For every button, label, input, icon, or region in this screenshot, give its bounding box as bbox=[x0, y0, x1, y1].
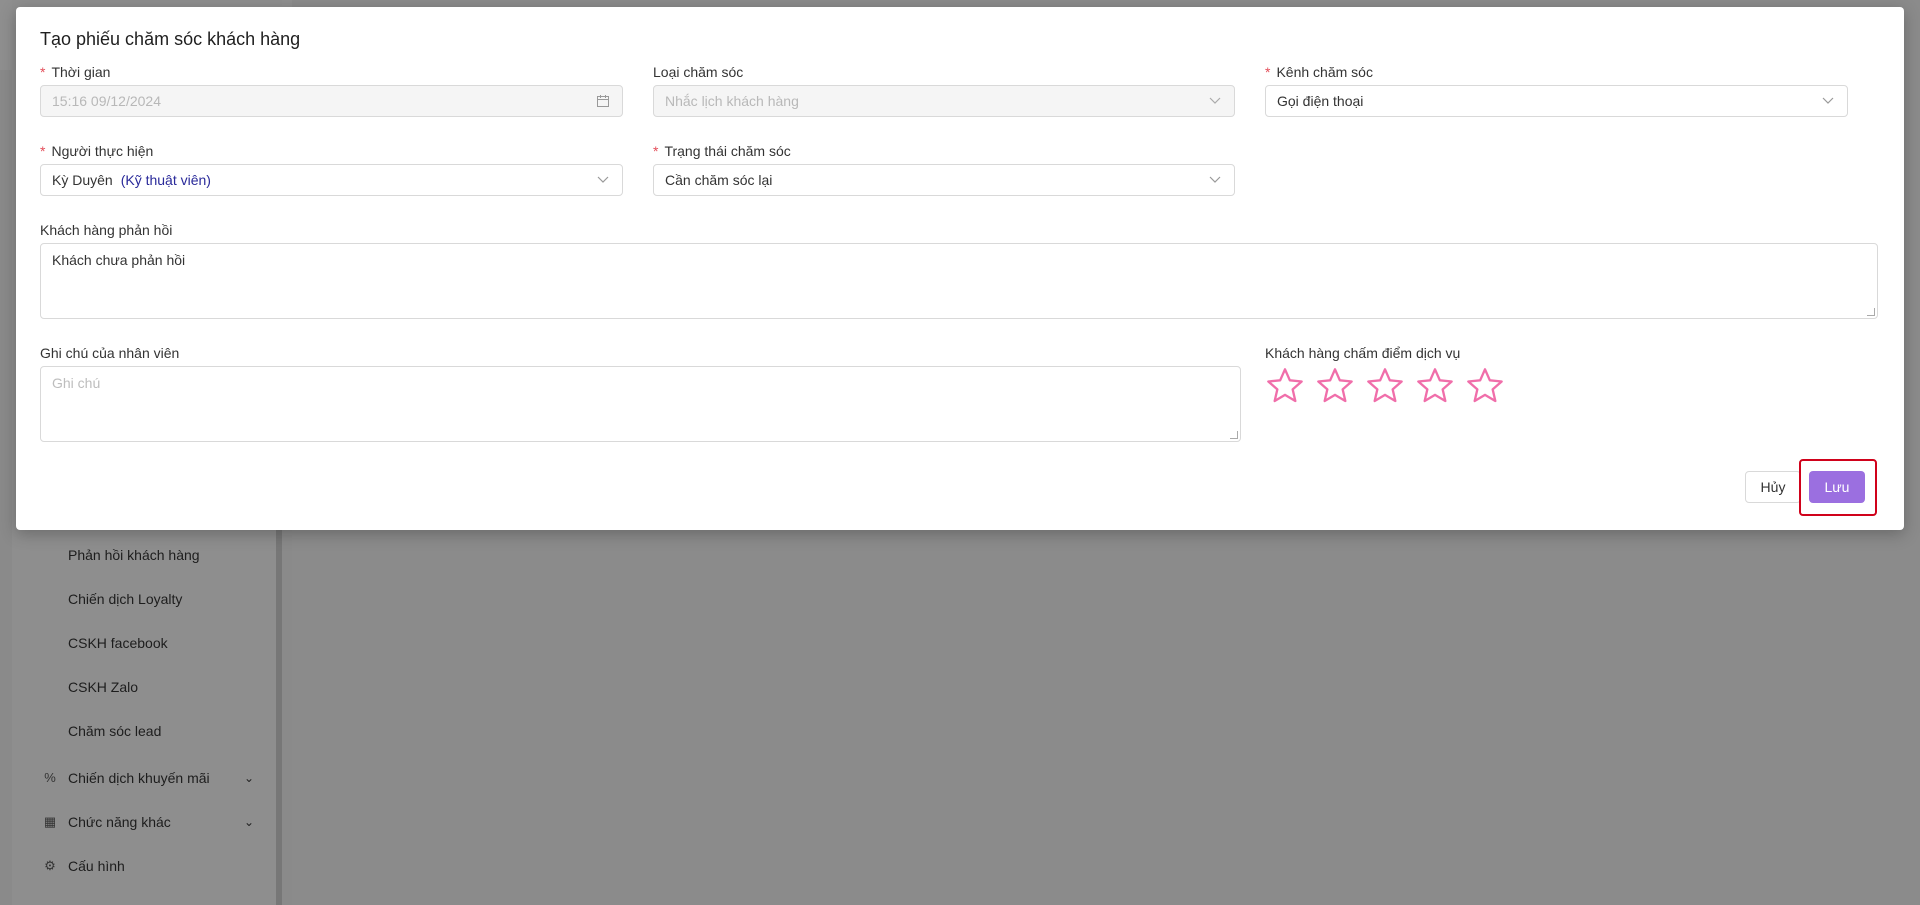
modal-title: Tạo phiếu chăm sóc khách hàng bbox=[40, 29, 301, 49]
cancel-button[interactable]: Hủy bbox=[1745, 471, 1801, 503]
customer-feedback-textarea[interactable]: Khách chưa phản hồi bbox=[40, 243, 1878, 319]
sidebar-item-facebook[interactable]: CSKH facebook bbox=[68, 635, 168, 651]
chevron-down-icon: ⌄ bbox=[243, 771, 254, 785]
calendar-icon bbox=[595, 93, 611, 109]
star-icon[interactable] bbox=[1365, 366, 1405, 406]
gear-icon: ⚙ bbox=[44, 858, 56, 873]
sidebar-item-feedback[interactable]: Phản hồi khách hàng bbox=[68, 547, 200, 563]
sidebar-item-label: Cấu hình bbox=[68, 858, 125, 874]
rating-label: Khách hàng chấm điểm dịch vụ bbox=[1265, 345, 1461, 361]
staff-note-textarea[interactable]: Ghi chú bbox=[40, 366, 1241, 442]
time-picker: 15:16 09/12/2024 bbox=[40, 85, 623, 117]
star-icon[interactable] bbox=[1415, 366, 1455, 406]
star-icon[interactable] bbox=[1315, 366, 1355, 406]
care-status-value: Cần chăm sóc lại bbox=[665, 172, 773, 188]
chevron-down-icon bbox=[595, 172, 611, 188]
performer-role: (Kỹ thuật viên) bbox=[120, 172, 211, 188]
staff-note-placeholder: Ghi chú bbox=[52, 375, 101, 391]
chevron-down-icon bbox=[1207, 172, 1223, 188]
sidebar-item-settings[interactable]: ⚙ Cấu hình bbox=[42, 858, 254, 874]
sidebar-item-label: Chức năng khác bbox=[68, 814, 171, 830]
care-channel-select[interactable]: Gọi điện thoại bbox=[1265, 85, 1848, 117]
sidebar-item-other-functions[interactable]: ▦ Chức năng khác ⌄ bbox=[42, 814, 254, 830]
chevron-down-icon: ⌄ bbox=[243, 815, 254, 829]
required-mark: * bbox=[40, 64, 46, 80]
care-type-select: Nhắc lịch khách hàng bbox=[653, 85, 1235, 117]
sidebar-scrollbar[interactable] bbox=[276, 530, 282, 905]
chevron-down-icon bbox=[1820, 93, 1836, 109]
resize-grip-icon[interactable] bbox=[1867, 308, 1875, 316]
care-type-label: Loại chăm sóc bbox=[653, 64, 744, 80]
performer-name: Kỳ Duyên bbox=[52, 172, 113, 188]
required-mark: * bbox=[40, 143, 46, 159]
chevron-down-icon bbox=[1207, 93, 1223, 109]
sidebar-item-promotions[interactable]: % Chiến dịch khuyến mãi ⌄ bbox=[42, 770, 254, 786]
required-mark: * bbox=[1265, 64, 1271, 80]
percent-icon: % bbox=[44, 770, 56, 785]
resize-grip-icon[interactable] bbox=[1230, 431, 1238, 439]
time-label: * Thời gian bbox=[40, 64, 111, 80]
staff-note-label: Ghi chú của nhân viên bbox=[40, 345, 180, 361]
care-status-label: * Trạng thái chăm sóc bbox=[653, 143, 791, 159]
rating-stars bbox=[1265, 366, 1505, 406]
customer-feedback-value: Khách chưa phản hồi bbox=[52, 252, 186, 268]
care-status-select[interactable]: Cần chăm sóc lại bbox=[653, 164, 1235, 196]
customer-feedback-label: Khách hàng phản hồi bbox=[40, 222, 173, 238]
star-icon[interactable] bbox=[1465, 366, 1505, 406]
create-care-ticket-modal: Tạo phiếu chăm sóc khách hàng * Thời gian… bbox=[16, 7, 1904, 530]
sidebar-item-zalo[interactable]: CSKH Zalo bbox=[68, 679, 138, 695]
performer-label: * Người thực hiện bbox=[40, 143, 154, 159]
grid-icon: ▦ bbox=[43, 814, 57, 829]
care-type-value: Nhắc lịch khách hàng bbox=[665, 93, 799, 109]
time-value: 15:16 09/12/2024 bbox=[52, 93, 161, 109]
required-mark: * bbox=[653, 143, 659, 159]
save-button-highlight bbox=[1799, 459, 1877, 516]
star-icon[interactable] bbox=[1265, 366, 1305, 406]
care-channel-value: Gọi điện thoại bbox=[1277, 93, 1364, 109]
performer-select[interactable]: Kỳ Duyên (Kỹ thuật viên) bbox=[40, 164, 623, 196]
sidebar-item-loyalty[interactable]: Chiến dịch Loyalty bbox=[68, 591, 182, 607]
sidebar-item-lead[interactable]: Chăm sóc lead bbox=[68, 723, 161, 739]
care-channel-label: * Kênh chăm sóc bbox=[1265, 64, 1373, 80]
sidebar-item-label: Chiến dịch khuyến mãi bbox=[68, 770, 210, 786]
